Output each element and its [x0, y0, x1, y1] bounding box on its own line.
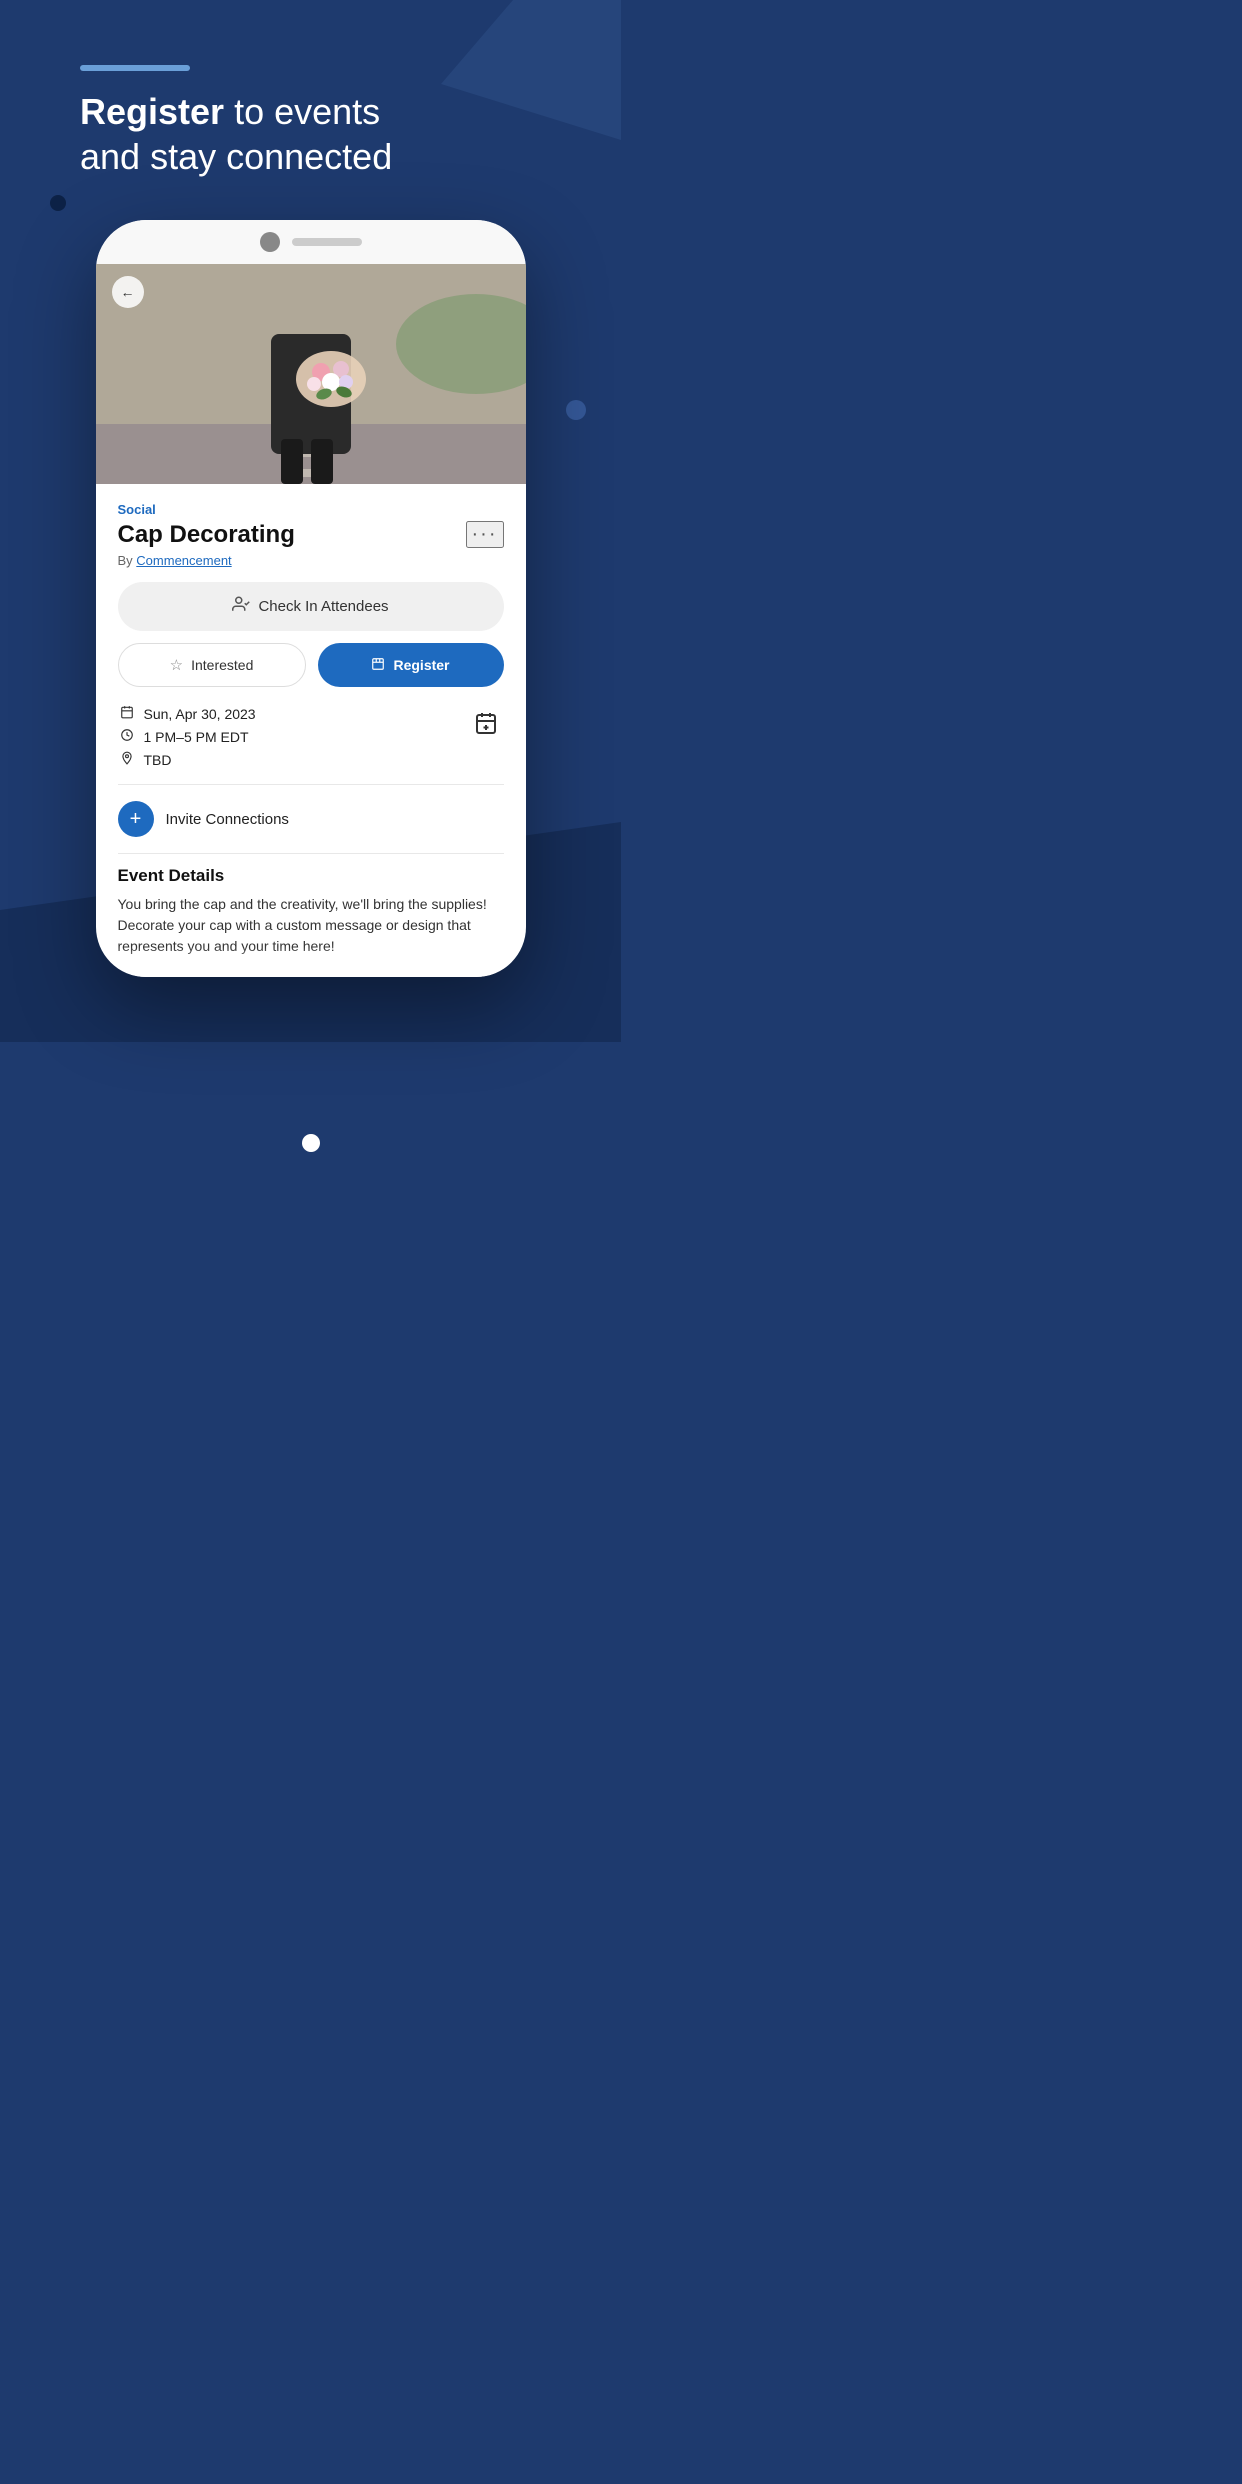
- phone-camera: [260, 232, 280, 252]
- phone-status-bar: [96, 220, 526, 264]
- event-time: 1 PM–5 PM EDT: [144, 729, 249, 745]
- event-hero-image: ←: [96, 264, 526, 484]
- add-to-calendar-button[interactable]: [468, 705, 504, 741]
- event-location-row: TBD: [118, 751, 256, 768]
- header-accent-line: [80, 65, 190, 71]
- calendar-icon: [118, 705, 136, 722]
- phone-speaker: [292, 238, 362, 246]
- check-in-label: Check In Attendees: [258, 598, 388, 615]
- header-title: Register to eventsand stay connected: [80, 89, 541, 179]
- bottom-fade: [96, 947, 526, 977]
- back-arrow-icon: ←: [121, 284, 135, 300]
- check-in-button[interactable]: Check In Attendees: [118, 582, 504, 631]
- invite-connections-label: Invite Connections: [166, 811, 289, 828]
- divider-2: [118, 853, 504, 854]
- event-organizer: By Commencement: [118, 553, 504, 568]
- event-date-row: Sun, Apr 30, 2023: [118, 705, 256, 722]
- event-description-title: Event Details: [118, 866, 504, 886]
- interested-label: Interested: [191, 657, 253, 673]
- divider-1: [118, 784, 504, 785]
- bg-dot-right: [566, 400, 586, 420]
- event-category-label: Social: [118, 502, 504, 517]
- more-options-button[interactable]: ···: [466, 521, 504, 548]
- location-icon: [118, 751, 136, 768]
- interested-button[interactable]: ☆ Interested: [118, 643, 306, 687]
- event-title-row: Cap Decorating ···: [118, 521, 504, 549]
- back-button[interactable]: ←: [112, 276, 144, 308]
- event-details-section: Sun, Apr 30, 2023 1 PM–5 PM EDT: [118, 705, 504, 768]
- register-button[interactable]: Register: [318, 643, 504, 687]
- event-organizer-prefix: By: [118, 553, 137, 568]
- invite-connections-row: + Invite Connections: [118, 797, 504, 841]
- action-buttons-row: ☆ Interested Register: [118, 643, 504, 687]
- invite-connections-button[interactable]: +: [118, 801, 154, 837]
- event-location: TBD: [144, 752, 172, 768]
- event-card-content: Social Cap Decorating ··· By Commencemen…: [96, 484, 526, 977]
- check-in-icon: [232, 595, 250, 618]
- event-organizer-link[interactable]: Commencement: [136, 553, 231, 568]
- star-icon: ☆: [170, 656, 183, 674]
- bg-dot-bottom: [302, 1134, 320, 1152]
- phone-mockup: ← Social Cap Decorating ··· By Commencem…: [96, 220, 526, 977]
- event-time-row: 1 PM–5 PM EDT: [118, 728, 256, 745]
- event-image-svg: [96, 264, 526, 484]
- event-meta: Sun, Apr 30, 2023 1 PM–5 PM EDT: [118, 705, 256, 768]
- clock-icon: [118, 728, 136, 745]
- register-icon: [371, 657, 385, 674]
- event-description-section: Event Details You bring the cap and the …: [118, 866, 504, 957]
- header-section: Register to eventsand stay connected: [80, 65, 541, 179]
- event-title: Cap Decorating: [118, 521, 466, 549]
- register-label: Register: [393, 657, 449, 673]
- header-title-bold: Register: [80, 91, 224, 132]
- event-date: Sun, Apr 30, 2023: [144, 706, 256, 722]
- bg-dot-left: [50, 195, 66, 211]
